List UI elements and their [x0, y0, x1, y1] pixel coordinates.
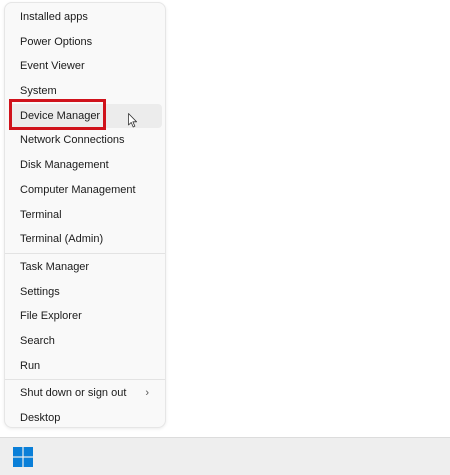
- mouse-pointer-icon: [128, 113, 137, 128]
- menu-item-terminal-admin[interactable]: Terminal (Admin): [5, 227, 161, 252]
- menu-item-file-explorer[interactable]: File Explorer: [5, 304, 161, 329]
- winx-context-menu: Installed apps Power Options Event Viewe…: [4, 2, 166, 428]
- menu-item-run[interactable]: Run: [5, 354, 161, 379]
- menu-item-search[interactable]: Search: [5, 329, 161, 354]
- menu-item-terminal[interactable]: Terminal: [5, 203, 161, 228]
- highlight-annotation-box: [9, 99, 106, 130]
- menu-divider: [5, 252, 165, 254]
- menu-item-installed-apps[interactable]: Installed apps: [5, 5, 161, 30]
- menu-item-power-options[interactable]: Power Options: [5, 30, 161, 55]
- menu-item-settings[interactable]: Settings: [5, 280, 161, 305]
- menu-divider: [5, 379, 165, 381]
- menu-item-network-connections[interactable]: Network Connections: [5, 128, 161, 153]
- chevron-right-icon: ›: [145, 387, 149, 400]
- taskbar: [0, 437, 450, 475]
- windows-logo-icon[interactable]: [13, 447, 33, 467]
- menu-item-task-manager[interactable]: Task Manager: [5, 255, 161, 280]
- menu-item-event-viewer[interactable]: Event Viewer: [5, 54, 161, 79]
- menu-item-shut-down-sign-out[interactable]: Shut down or sign out ›: [5, 381, 161, 406]
- desktop-screen: Installed apps Power Options Event Viewe…: [0, 0, 450, 475]
- menu-item-computer-management[interactable]: Computer Management: [5, 178, 161, 203]
- menu-item-label: Shut down or sign out: [20, 387, 127, 400]
- menu-item-desktop[interactable]: Desktop: [5, 406, 161, 431]
- menu-item-disk-management[interactable]: Disk Management: [5, 153, 161, 178]
